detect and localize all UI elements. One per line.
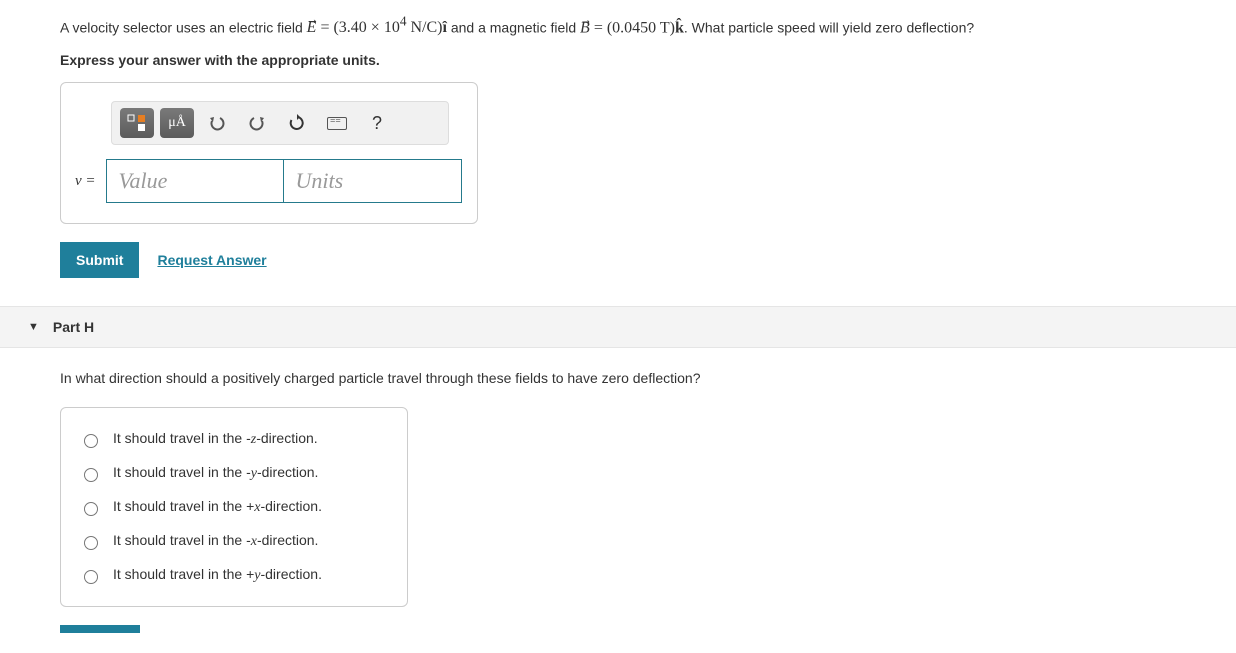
option-pos-y[interactable]: It should travel in the +y-direction. <box>79 558 389 592</box>
reset-icon[interactable] <box>280 108 314 138</box>
variable-label: v = <box>75 173 96 190</box>
part-h-header[interactable]: ▼ Part H <box>0 306 1236 348</box>
q-suffix: . What particle speed will yield zero de… <box>684 19 974 35</box>
option-neg-y[interactable]: It should travel in the -y-direction. <box>79 456 389 490</box>
request-answer-link[interactable]: Request Answer <box>157 252 266 268</box>
value-input[interactable] <box>106 159 284 203</box>
radio-neg-x[interactable] <box>84 536 98 550</box>
radio-neg-z[interactable] <box>84 434 98 448</box>
submit-button[interactable]: Submit <box>60 242 139 278</box>
part-h-question: In what direction should a positively ch… <box>60 368 1236 389</box>
b-field-expr: B⃗ = (0.0450 T)k̂ <box>580 19 684 36</box>
help-icon[interactable]: ? <box>360 108 394 138</box>
options-box: It should travel in the -z-direction. It… <box>60 407 408 607</box>
option-neg-x[interactable]: It should travel in the -x-direction. <box>79 524 389 558</box>
undo-icon[interactable] <box>200 108 234 138</box>
part-h-label: Part H <box>53 319 94 335</box>
question-text: A velocity selector uses an electric fie… <box>60 12 1236 40</box>
radio-pos-x[interactable] <box>84 502 98 516</box>
q-prefix: A velocity selector uses an electric fie… <box>60 19 307 35</box>
option-pos-x[interactable]: It should travel in the +x-direction. <box>79 490 389 524</box>
units-icon[interactable]: μÅ <box>160 108 194 138</box>
instruction-text: Express your answer with the appropriate… <box>60 52 1236 68</box>
radio-neg-y[interactable] <box>84 468 98 482</box>
submit-row: Submit Request Answer <box>60 242 1236 278</box>
e-field-expr: E⃗ = (3.40 × 104 N/C)î <box>307 19 447 36</box>
q-mid: and a magnetic field <box>451 19 580 35</box>
keyboard-icon[interactable] <box>320 108 354 138</box>
radio-pos-y[interactable] <box>84 570 98 584</box>
cutoff-submit-button[interactable] <box>60 625 140 633</box>
units-input[interactable] <box>284 159 462 203</box>
answer-input-box: μÅ ? v = <box>60 82 478 224</box>
redo-icon[interactable] <box>240 108 274 138</box>
collapse-caret-icon: ▼ <box>28 321 39 333</box>
equation-toolbar: μÅ ? <box>111 101 449 145</box>
option-neg-z[interactable]: It should travel in the -z-direction. <box>79 422 389 456</box>
template-icon[interactable] <box>120 108 154 138</box>
answer-input-row: v = <box>75 159 463 203</box>
